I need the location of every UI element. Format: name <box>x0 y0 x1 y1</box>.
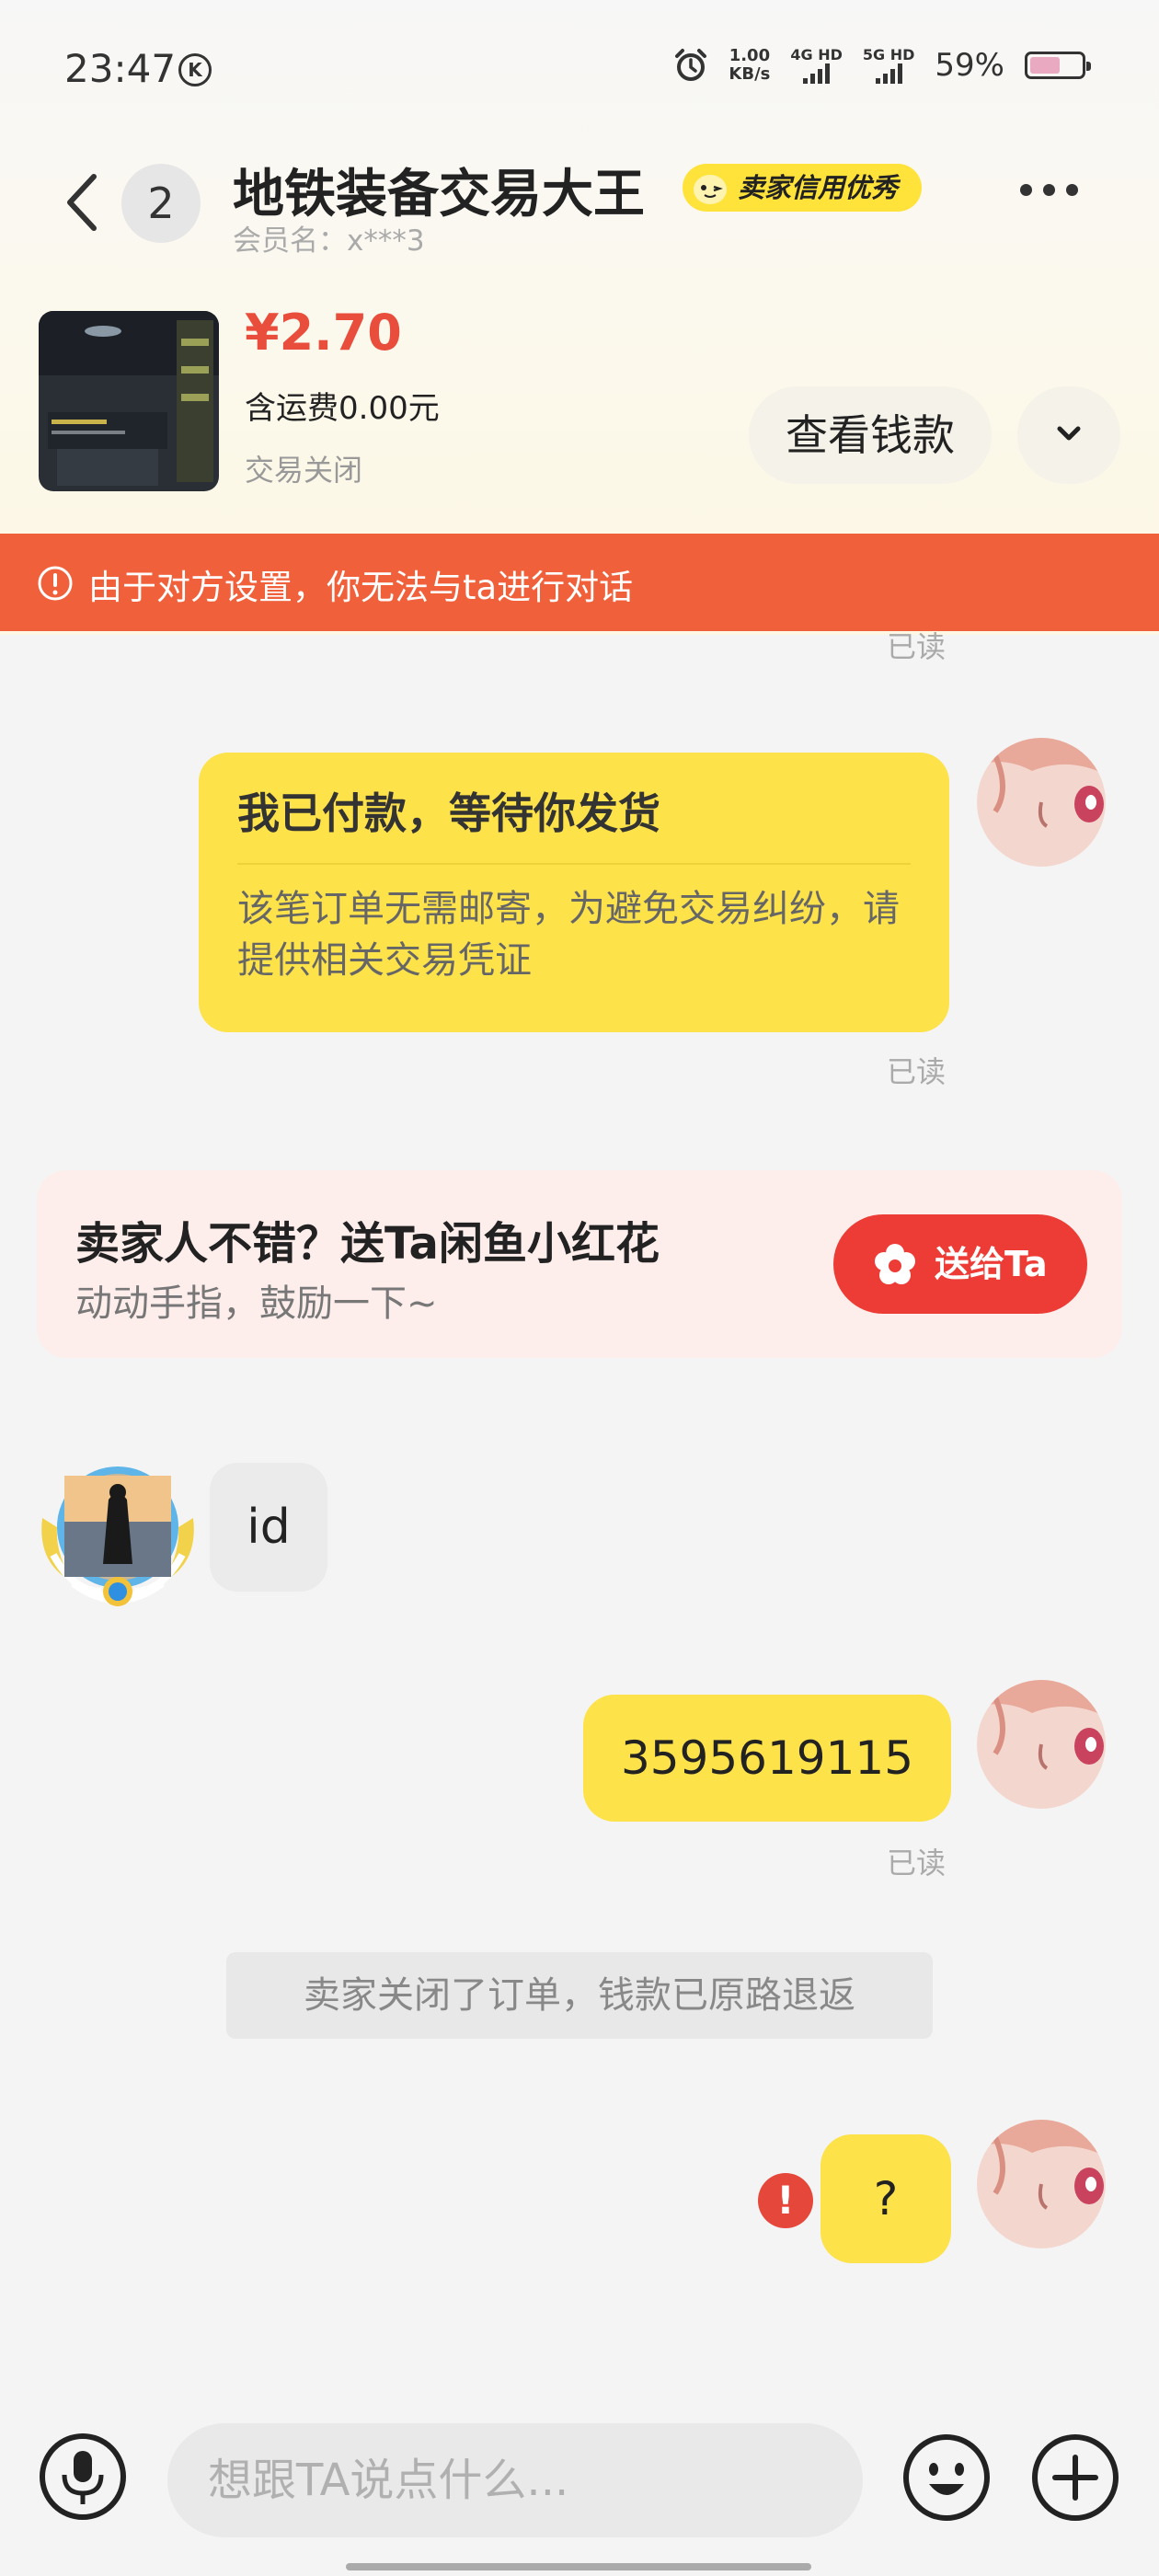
chevron-down-icon <box>1057 426 1081 441</box>
shop-name[interactable]: 地铁装备交易大王 <box>233 153 645 227</box>
status-icons: 1.00 KB/s 4G HD 5G HD 59% <box>673 45 1091 84</box>
system-message: 卖家关闭了订单，钱款已原路退返 <box>226 1952 933 2039</box>
seller-avatar[interactable] <box>37 1454 199 1616</box>
view-money-button[interactable]: 查看钱款 <box>749 386 992 484</box>
battery-fill <box>1030 56 1060 74</box>
trade-status: 交易关闭 <box>245 453 363 488</box>
read-receipt: 已读 <box>887 1846 947 1880</box>
payment-card-message[interactable]: 我已付款，等待你发货 该笔订单无需邮寄，为避免交易纠纷，请提供相关交易凭证 <box>199 753 949 1032</box>
send-flower-label: 送给Ta <box>935 1244 1048 1284</box>
network-speed: 1.00 KB/s <box>729 45 771 84</box>
plus-icon[interactable] <box>1030 2432 1120 2523</box>
home-indicator[interactable] <box>346 2563 811 2570</box>
battery-icon <box>1025 51 1091 79</box>
signal-sim2: 5G HD <box>862 46 915 84</box>
card-body: 该笔订单无需邮寄，为避免交易纠纷，请提供相关交易凭证 <box>237 888 900 982</box>
expand-button[interactable] <box>1017 386 1120 484</box>
card-divider <box>237 863 911 865</box>
input-bar <box>0 2410 1159 2576</box>
message-input[interactable] <box>167 2423 863 2537</box>
seller-message[interactable]: id <box>210 1463 327 1592</box>
flower-icon <box>875 1244 915 1284</box>
avatar[interactable] <box>977 738 1106 867</box>
send-failed-icon[interactable]: ! <box>758 2173 813 2228</box>
credit-badge-label: 卖家信用优秀 <box>738 172 899 203</box>
promo-card: 卖家人不错？送Ta闲鱼小红花 动动手指，鼓励一下~ 送给Ta <box>37 1170 1122 1358</box>
promo-subtitle: 动动手指，鼓励一下~ <box>75 1282 438 1325</box>
sim2-label: 5G HD <box>862 46 915 63</box>
alarm-icon <box>675 48 707 81</box>
emoji-icon[interactable] <box>901 2432 992 2523</box>
warning-icon <box>38 566 73 601</box>
read-receipt: 已读 <box>887 1054 947 1089</box>
my-message[interactable]: 3595619115 <box>583 1695 951 1822</box>
more-dots-icon[interactable] <box>1020 184 1078 196</box>
avatar[interactable] <box>977 1680 1106 1809</box>
chat-restricted-banner: 由于对方设置，你无法与ta进行对话 <box>0 534 1159 631</box>
product-price: ¥2.70 <box>245 304 402 362</box>
k-badge-icon: K <box>178 53 212 86</box>
avatar[interactable] <box>977 2120 1106 2248</box>
status-bar: 23:47 K 1.00 KB/s 4G HD 5G HD 59% <box>0 0 1159 138</box>
signal-bars-icon <box>875 63 902 84</box>
signal-bars-icon <box>803 63 831 84</box>
failed-message[interactable]: ? <box>820 2134 951 2263</box>
speed-value: 1.00 <box>729 45 771 65</box>
signal-sim1: 4G HD <box>790 46 843 84</box>
back-button[interactable] <box>55 166 110 239</box>
product-thumbnail[interactable] <box>39 311 219 491</box>
unread-count-badge[interactable]: 2 <box>121 164 201 243</box>
send-flower-button[interactable]: 送给Ta <box>833 1214 1087 1314</box>
banner-text: 由于对方设置，你无法与ta进行对话 <box>88 568 634 607</box>
microphone-icon[interactable] <box>39 2432 127 2521</box>
status-time: 23:47 <box>64 46 177 91</box>
member-name: 会员名：x***3 <box>233 224 425 258</box>
read-receipt: 已读 <box>887 629 947 664</box>
shipping-fee: 含运费0.00元 <box>245 390 440 427</box>
sim1-label: 4G HD <box>790 46 843 63</box>
battery-percent: 59% <box>935 46 1004 84</box>
promo-title: 卖家人不错？送Ta闲鱼小红花 <box>75 1218 660 1270</box>
speed-unit: KB/s <box>729 63 771 84</box>
smile-face-icon <box>694 175 727 204</box>
card-title: 我已付款，等待你发货 <box>237 788 660 838</box>
credit-badge[interactable]: 卖家信用优秀 <box>683 164 923 212</box>
